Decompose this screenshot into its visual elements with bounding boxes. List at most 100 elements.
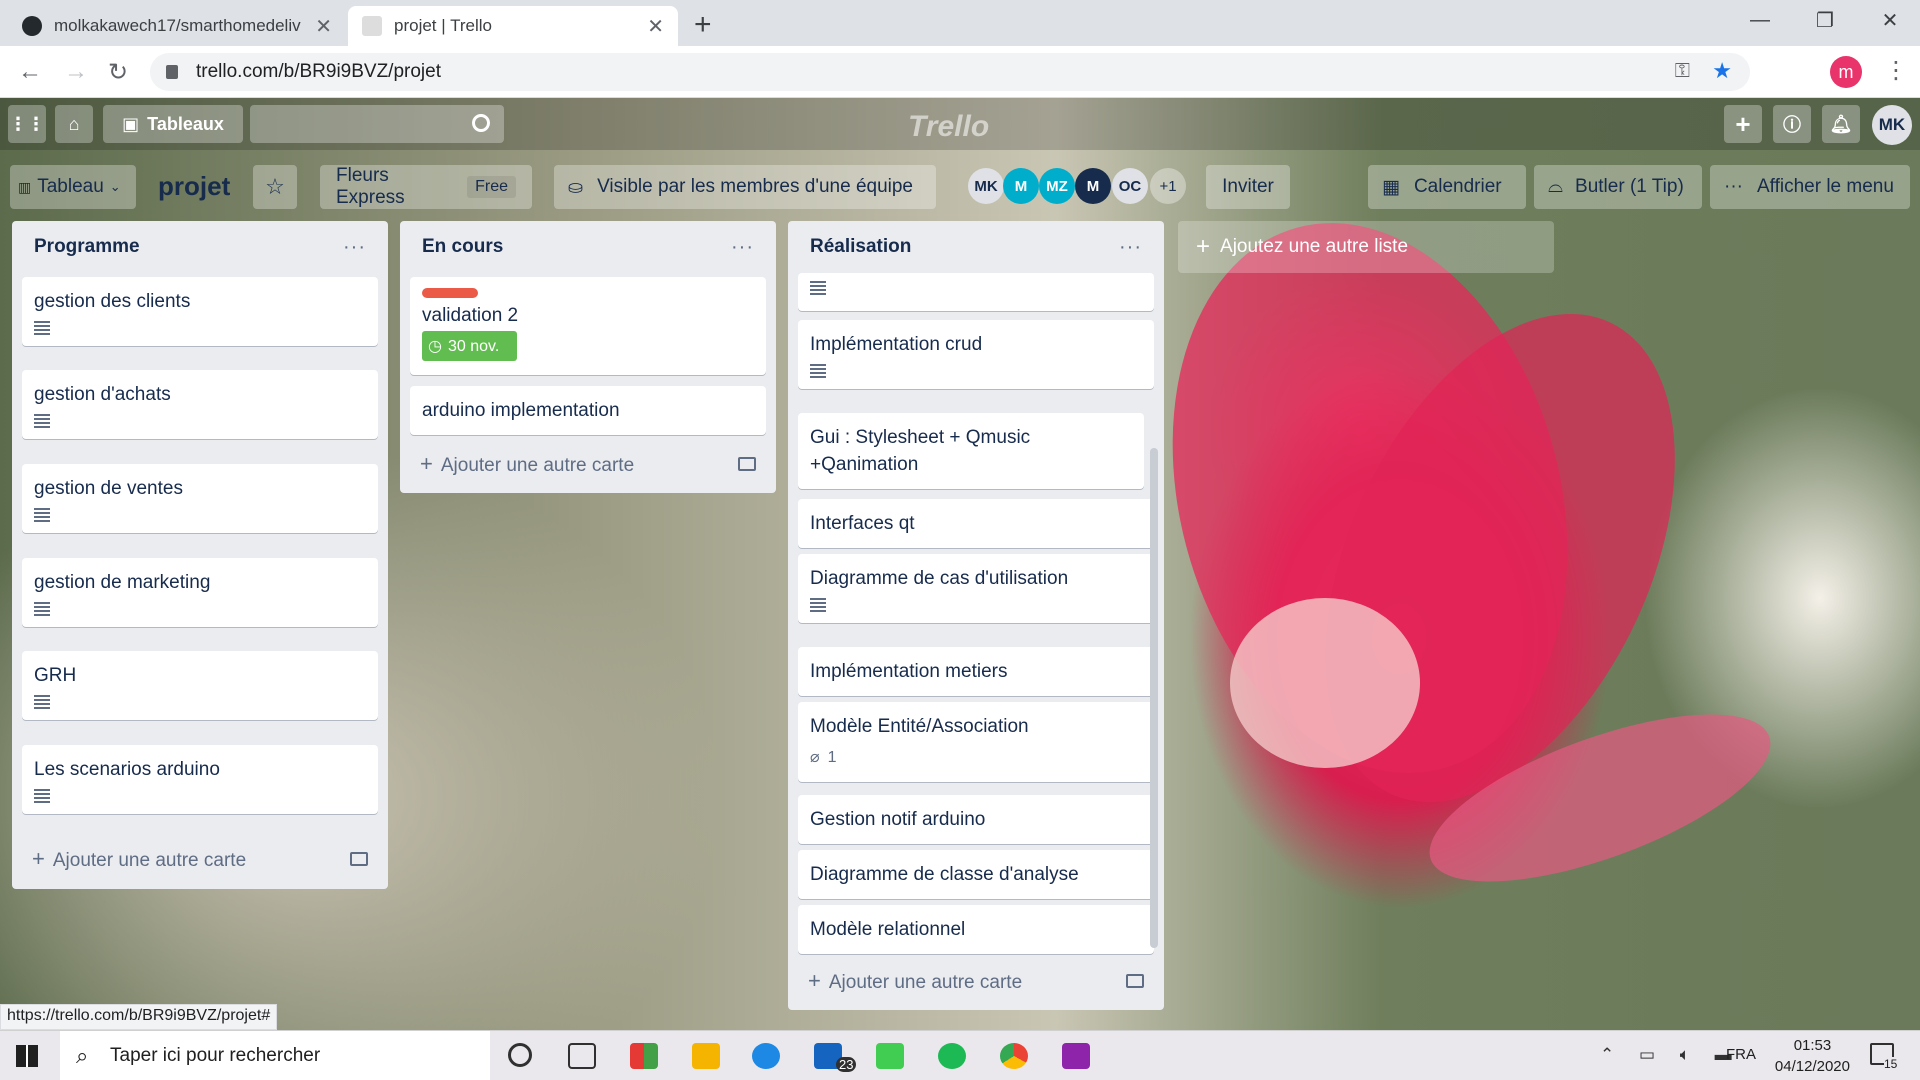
chrome-icon[interactable] — [1000, 1043, 1028, 1069]
card[interactable]: GRH — [22, 651, 378, 720]
create-icon[interactable]: + — [1724, 105, 1762, 143]
card-partial[interactable] — [798, 273, 1154, 311]
taskbar-search-input[interactable]: ⌕ Taper ici pour rechercher — [60, 1031, 490, 1080]
search-icon: ⌕ — [76, 1043, 89, 1068]
list-header[interactable]: En cours ··· — [400, 221, 776, 273]
member-avatar[interactable]: MZ — [1039, 168, 1075, 204]
team-button[interactable]: Fleurs Express Free — [320, 165, 532, 209]
bookmark-star-icon[interactable]: ★ — [1712, 58, 1732, 84]
card[interactable]: Implémentation crud — [798, 320, 1154, 389]
windows-start-icon[interactable] — [16, 1045, 38, 1067]
card[interactable]: Gestion notif arduino — [798, 795, 1154, 844]
list-menu-icon[interactable]: ··· — [343, 236, 366, 259]
close-window-icon[interactable]: ✕ — [1860, 0, 1920, 40]
add-list-button[interactable]: + Ajoutez une autre liste — [1178, 221, 1554, 273]
label-red[interactable] — [422, 288, 478, 298]
boards-button[interactable]: ▣ Tableaux — [103, 105, 243, 143]
card[interactable]: Modèle relationnel — [798, 905, 1154, 954]
profile-avatar[interactable]: m — [1830, 56, 1862, 88]
description-icon — [34, 602, 50, 616]
list-menu-icon[interactable]: ··· — [731, 236, 754, 259]
member-avatar[interactable]: M — [1075, 168, 1111, 204]
user-avatar[interactable]: MK — [1872, 105, 1912, 145]
clock-time: 01:53 — [1793, 1037, 1832, 1054]
add-card-button[interactable]: + Ajouter une autre carte — [24, 839, 376, 879]
url-input[interactable]: trello.com/b/BR9i9BVZ/projet ⚿ ★ — [150, 53, 1750, 91]
clock-icon: ◷ — [428, 337, 442, 355]
file-explorer-icon[interactable] — [692, 1043, 720, 1069]
card-template-icon[interactable] — [738, 457, 756, 471]
new-tab-icon[interactable]: + — [694, 8, 712, 42]
language-indicator[interactable]: FRA — [1726, 1046, 1756, 1063]
butler-button[interactable]: ⌓ Butler (1 Tip) — [1534, 165, 1702, 209]
task-view-icon[interactable] — [568, 1043, 596, 1069]
chrome-menu-icon[interactable]: ⋮ — [1884, 56, 1908, 85]
apps-icon[interactable]: ⋮⋮ — [8, 105, 46, 143]
card[interactable]: gestion de marketing — [22, 558, 378, 627]
address-bar-row: ← → ↻ trello.com/b/BR9i9BVZ/projet ⚿ ★ m… — [0, 46, 1920, 98]
list-header[interactable]: Programme ··· — [12, 221, 388, 273]
card[interactable]: gestion des clients — [22, 277, 378, 346]
search-input[interactable] — [250, 105, 504, 143]
list-menu-icon[interactable]: ··· — [1119, 236, 1142, 259]
list-en-cours: En cours ··· validation 2 ◷ 30 nov. ardui… — [400, 221, 776, 493]
forward-icon[interactable]: → — [64, 58, 88, 86]
qt-creator-icon[interactable] — [876, 1043, 904, 1069]
add-list-label: Ajoutez une autre liste — [1220, 236, 1409, 257]
minimize-icon[interactable]: — — [1730, 0, 1790, 40]
invite-button[interactable]: Inviter — [1206, 165, 1290, 209]
github-icon — [22, 16, 42, 36]
notifications-bell-icon[interactable]: 🔔︎ — [1822, 105, 1860, 143]
card[interactable]: Diagramme de cas d'utilisation — [798, 554, 1154, 623]
list-header[interactable]: Réalisation ··· — [788, 221, 1164, 273]
edge-icon[interactable] — [752, 1043, 780, 1069]
star-board-button[interactable]: ☆ — [253, 165, 297, 209]
more-members-badge[interactable]: +1 — [1150, 168, 1186, 204]
cortana-icon[interactable] — [508, 1043, 532, 1067]
app-icon-colorful[interactable] — [630, 1043, 658, 1069]
add-card-button[interactable]: + Ajouter une autre carte — [412, 444, 764, 484]
trello-favicon-icon — [362, 16, 382, 36]
card[interactable]: arduino implementation — [410, 386, 766, 435]
tab-title: molkakawech17/smarthomedeliv — [54, 16, 301, 35]
card[interactable]: Implémentation metiers — [798, 647, 1154, 696]
tray-icons[interactable]: ⌃ ▭ 🔈︎ ▬ — [1600, 1045, 1742, 1065]
close-tab-icon[interactable]: ✕ — [315, 14, 332, 39]
reload-icon[interactable]: ↻ — [108, 58, 128, 87]
card[interactable]: Les scenarios arduino — [22, 745, 378, 814]
list-scrollbar[interactable] — [1150, 448, 1158, 948]
clock[interactable]: 01:53 04/12/2020 — [1775, 1035, 1850, 1077]
close-tab-icon[interactable]: ✕ — [647, 14, 664, 39]
back-icon[interactable]: ← — [18, 58, 42, 86]
card[interactable]: gestion de ventes — [22, 464, 378, 533]
visibility-button[interactable]: ⛀ Visible par les membres d'une équipe — [554, 165, 936, 209]
trello-logo[interactable]: Trello — [908, 110, 989, 144]
card-template-icon[interactable] — [1126, 974, 1144, 988]
member-avatar[interactable]: MK — [968, 168, 1004, 204]
card[interactable]: Gui : Stylesheet + Qmusic +Qanimation — [798, 413, 1144, 489]
member-avatar[interactable]: M — [1003, 168, 1039, 204]
card[interactable]: Diagramme de classe d'analyse — [798, 850, 1154, 899]
plus-icon: + — [420, 451, 433, 476]
board-title[interactable]: projet — [158, 171, 230, 202]
winrar-icon[interactable] — [1062, 1043, 1090, 1069]
add-card-button[interactable]: + Ajouter une autre carte — [800, 961, 1152, 1001]
view-switcher[interactable]: ▥ Tableau ⌄ — [10, 165, 136, 209]
member-avatar[interactable]: OC — [1112, 168, 1148, 204]
card-template-icon[interactable] — [350, 852, 368, 866]
card[interactable]: validation 2 ◷ 30 nov. — [410, 277, 766, 375]
restore-icon[interactable]: ❐ — [1795, 0, 1855, 40]
browser-tab-trello[interactable]: projet | Trello ✕ — [348, 6, 678, 46]
tab-title: projet | Trello — [394, 16, 492, 35]
show-menu-button[interactable]: ··· Afficher le menu — [1710, 165, 1910, 209]
key-icon[interactable]: ⚿ — [1675, 60, 1690, 83]
browser-tab-github[interactable]: molkakawech17/smarthomedeliv ✕ — [8, 6, 346, 46]
spotify-icon[interactable] — [938, 1043, 966, 1069]
card[interactable]: Modèle Entité/Association ⌀ 1 — [798, 702, 1154, 782]
due-date-badge[interactable]: ◷ 30 nov. — [422, 331, 517, 361]
home-icon[interactable]: ⌂ — [55, 105, 93, 143]
card[interactable]: gestion d'achats — [22, 370, 378, 439]
calendar-button[interactable]: ▦ Calendrier — [1368, 165, 1526, 209]
card[interactable]: Interfaces qt — [798, 499, 1154, 548]
info-icon[interactable]: ⓘ — [1773, 105, 1811, 143]
